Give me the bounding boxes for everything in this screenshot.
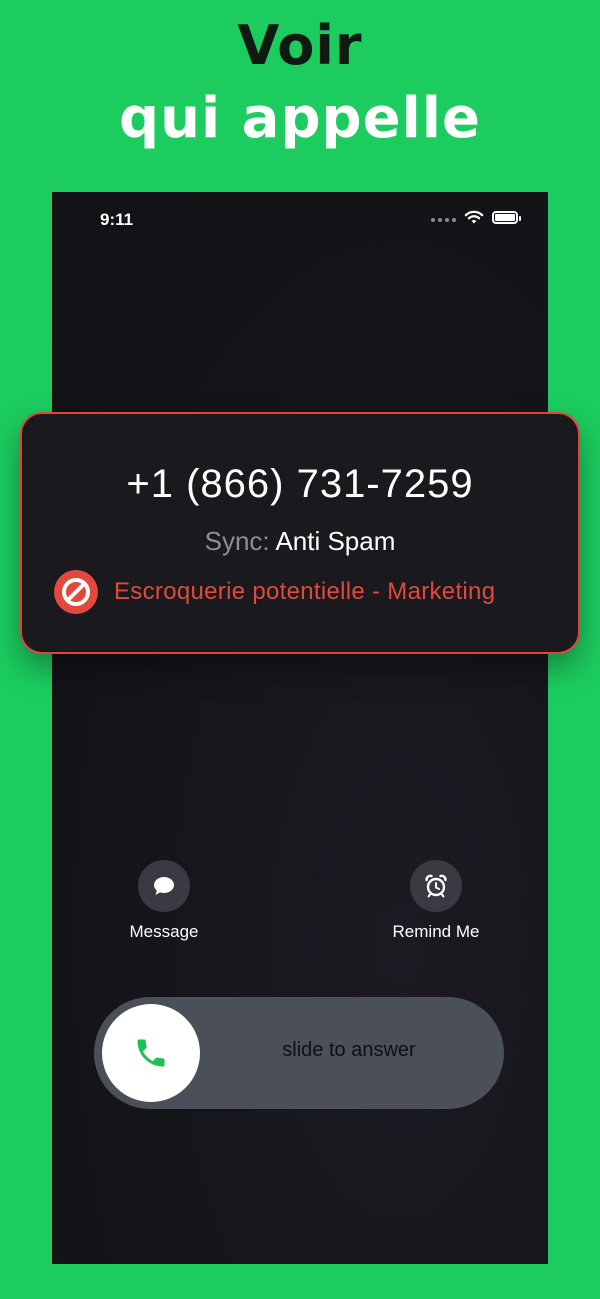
remind-me-action[interactable]: Remind Me bbox=[361, 860, 511, 942]
caller-source-label: Sync: bbox=[204, 526, 270, 556]
status-time: 9:11 bbox=[100, 210, 134, 229]
battery-icon bbox=[492, 211, 521, 224]
remind-me-button[interactable] bbox=[410, 860, 462, 912]
caller-phone-number: +1 (866) 731-7259 bbox=[126, 462, 474, 506]
spam-warning-text: Escroquerie potentielle - Marketing bbox=[114, 578, 496, 605]
wifi-icon bbox=[464, 210, 484, 224]
headline-line-2: qui appelle bbox=[119, 86, 481, 151]
message-bubble-icon bbox=[154, 877, 174, 895]
spam-warning: Escroquerie potentielle - Marketing bbox=[54, 570, 495, 614]
status-icons bbox=[431, 210, 521, 225]
caller-source: Sync: Anti Spam bbox=[22, 526, 578, 557]
headline-line-1: Voir bbox=[237, 14, 363, 77]
message-label: Message bbox=[129, 922, 199, 941]
caller-id-card: +1 (866) 731-7259 Sync: Anti Spam Escroq… bbox=[20, 412, 580, 654]
answer-knob[interactable] bbox=[102, 1004, 200, 1102]
remind-me-label: Remind Me bbox=[392, 922, 480, 941]
signal-dots-icon bbox=[431, 217, 456, 222]
caller-source-value: Anti Spam bbox=[275, 526, 396, 556]
slide-to-answer-track[interactable]: slide to answer bbox=[94, 997, 504, 1109]
message-button[interactable] bbox=[138, 860, 190, 912]
phone-screen: 9:11 Message Remind Me slide to answer bbox=[52, 192, 548, 1264]
alarm-clock-icon bbox=[425, 874, 447, 898]
slide-to-answer-text: slide to answer bbox=[282, 1039, 416, 1061]
message-action[interactable]: Message bbox=[89, 860, 239, 942]
phone-icon bbox=[137, 1039, 165, 1067]
blocked-icon bbox=[54, 570, 98, 614]
